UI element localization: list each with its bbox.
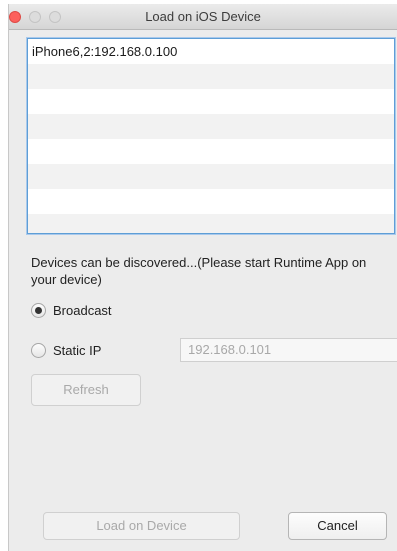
static-ip-radio[interactable] <box>31 342 46 358</box>
broadcast-label: Broadcast <box>53 302 112 318</box>
radio-selected-dot <box>35 306 42 314</box>
static-ip-input[interactable]: 192.168.0.101 <box>180 338 397 362</box>
device-list-empty-row <box>28 114 394 139</box>
title-bar: Load on iOS Device <box>9 4 397 30</box>
load-on-device-button[interactable]: Load on Device <box>43 512 240 540</box>
window-title: Load on iOS Device <box>145 9 261 24</box>
static-ip-label: Static IP <box>53 342 102 358</box>
device-list-item[interactable]: iPhone6,2:192.168.0.100 <box>28 39 394 64</box>
cancel-button[interactable]: Cancel <box>288 512 387 540</box>
refresh-button[interactable]: Refresh <box>31 374 141 406</box>
device-list-empty-row <box>28 139 394 164</box>
device-list[interactable]: iPhone6,2:192.168.0.100 <box>27 38 395 234</box>
device-list-empty-row <box>28 64 394 89</box>
static-ip-option[interactable]: Static IP <box>31 341 101 359</box>
device-list-empty-row <box>28 89 394 114</box>
broadcast-option[interactable]: Broadcast <box>31 301 112 319</box>
device-list-empty-row <box>28 214 394 233</box>
device-list-empty-row <box>28 164 394 189</box>
load-on-ios-device-dialog: Load on iOS Device iPhone6,2:192.168.0.1… <box>8 4 397 551</box>
device-list-empty-row <box>28 189 394 214</box>
broadcast-radio[interactable] <box>31 302 46 318</box>
discovery-description: Devices can be discovered...(Please star… <box>31 255 367 287</box>
